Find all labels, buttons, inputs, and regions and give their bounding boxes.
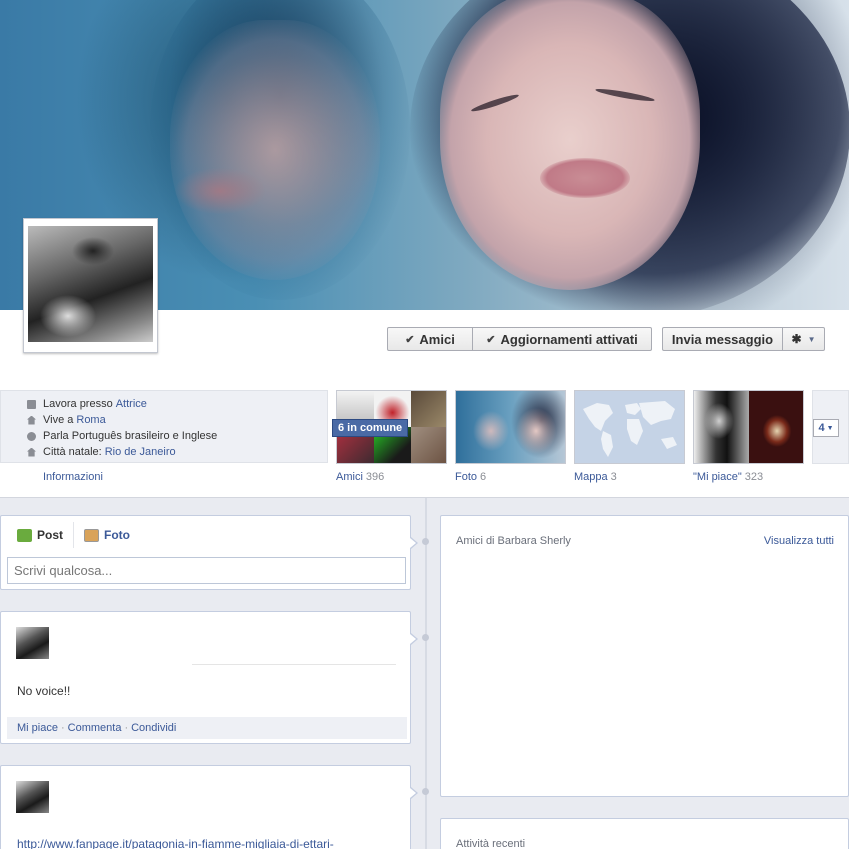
profile-picture[interactable] [23, 218, 158, 353]
updates-button-label: Aggiornamenti attivati [500, 331, 638, 347]
chevron-down-icon: ▼ [826, 424, 834, 432]
likes-tile-label[interactable]: "Mi piace" 323 [693, 471, 763, 483]
mutual-friends-badge[interactable]: 6 in comune [332, 419, 409, 437]
friends-count: 396 [365, 471, 385, 483]
photo-icon [84, 528, 100, 542]
timeline-arrow [410, 633, 418, 645]
gear-menu-button[interactable]: ✱ ▼ [782, 327, 825, 351]
briefcase-icon [27, 399, 36, 409]
tab-photo[interactable]: Foto [74, 528, 130, 542]
timeline-arrow [410, 537, 418, 549]
map-tile-text: Mappa [574, 471, 608, 483]
timeline-post: http://www.fanpage.it/patagonia-in-fiamm… [0, 765, 411, 849]
friends-tile-text: Amici [336, 471, 363, 483]
friends-button-label: Amici [419, 331, 455, 347]
composer-input[interactable]: Scrivi qualcosa... [7, 557, 406, 584]
share-link[interactable]: Condividi [131, 722, 176, 734]
profile-picture-image [28, 226, 153, 342]
cover-face-right [440, 0, 700, 290]
gear-icon: ✱ [791, 332, 802, 346]
likes-count: 323 [744, 471, 764, 483]
friends-box: Amici di Barbara Sherly Visualizza tutti [440, 515, 849, 797]
more-tiles-count: 4 [818, 422, 825, 434]
avatar[interactable] [16, 627, 49, 659]
send-message-label: Invia messaggio [671, 331, 774, 347]
tab-photo-label: Foto [104, 528, 131, 542]
check-icon: ✔ [405, 333, 415, 346]
about-info-box: Lavora presso Attrice Vive a Roma Parla … [0, 390, 328, 463]
post-link[interactable]: http://www.fanpage.it/patagonia-in-fiamm… [17, 837, 334, 849]
photos-count: 6 [480, 471, 487, 483]
home-icon [27, 415, 36, 425]
photos-tile-label[interactable]: Foto 6 [455, 471, 486, 483]
map-tile-label[interactable]: Mappa 3 [574, 471, 617, 483]
friends-button[interactable]: ✔ Amici [387, 327, 473, 351]
info-languages: Parla Português brasileiro e Inglese [27, 428, 327, 444]
info-hometown-label: Città natale: [43, 446, 102, 458]
about-link[interactable]: Informazioni [43, 471, 103, 483]
like-link[interactable]: Mi piace [17, 722, 58, 734]
liked-page-thumb [749, 391, 803, 463]
send-message-button[interactable]: Invia messaggio [662, 327, 783, 351]
separator-dot: · [124, 722, 129, 734]
tab-post[interactable]: Post [17, 522, 75, 548]
composer-tabs: Post Foto [1, 516, 410, 554]
timeline-post: No voice!! Mi piace · Commenta · Condivi… [0, 611, 411, 744]
updates-button[interactable]: ✔ Aggiornamenti attivati [472, 327, 652, 351]
cover-lips-right [540, 158, 630, 198]
friend-thumb [411, 427, 446, 463]
info-languages-label: Parla Português brasileiro e Inglese [43, 430, 218, 442]
liked-page-thumb [694, 391, 749, 463]
recent-activity-box: Attività recenti [440, 818, 849, 849]
likes-tile-text: "Mi piace" [693, 471, 742, 483]
tab-post-label: Post [37, 528, 64, 542]
friends-tile-label[interactable]: Amici 396 [336, 471, 384, 483]
check-icon: ✔ [486, 333, 496, 346]
view-all-link[interactable]: Visualizza tutti [764, 535, 834, 547]
map-count: 3 [610, 471, 617, 483]
info-lives-label: Vive a [43, 414, 74, 426]
info-hometown: Città natale: Rio de Janeiro [27, 444, 327, 460]
photos-tile[interactable] [455, 390, 566, 464]
divider [192, 664, 396, 665]
timeline-spine [425, 498, 427, 849]
info-hometown-link[interactable]: Rio de Janeiro [105, 446, 176, 458]
separator-dot: · [60, 722, 65, 734]
info-work-label: Lavora presso [43, 398, 113, 410]
globe-icon [27, 431, 36, 441]
timeline-dot [422, 788, 429, 795]
chevron-down-icon: ▼ [807, 334, 816, 344]
post-actions: Mi piace · Commenta · Condividi [7, 717, 407, 739]
status-icon [17, 528, 32, 542]
info-lives-link[interactable]: Roma [76, 414, 105, 426]
cover-lips-left [175, 168, 265, 214]
map-tile[interactable] [574, 390, 685, 464]
timeline-dot [422, 634, 429, 641]
more-tiles-button[interactable]: 4 ▼ [813, 419, 839, 437]
info-work-link[interactable]: Attrice [116, 398, 147, 410]
friend-thumb [411, 391, 446, 427]
recent-activity-title: Attività recenti [456, 838, 526, 849]
info-work: Lavora presso Attrice [27, 396, 327, 412]
likes-tile[interactable] [693, 390, 804, 464]
house-icon [27, 447, 36, 457]
timeline-dot [422, 538, 429, 545]
cover-face-left [170, 20, 380, 280]
comment-link[interactable]: Commenta [68, 722, 122, 734]
post-composer: Post Foto Scrivi qualcosa... [0, 515, 411, 590]
world-map-icon [583, 401, 677, 457]
more-tiles-area: 4 ▼ [812, 390, 849, 464]
timeline-arrow [410, 787, 418, 799]
friends-box-title: Amici di Barbara Sherly [456, 535, 571, 547]
post-text: No voice!! [17, 684, 71, 698]
photos-tile-text: Foto [455, 471, 478, 483]
avatar[interactable] [16, 781, 49, 813]
info-lives: Vive a Roma [27, 412, 327, 428]
